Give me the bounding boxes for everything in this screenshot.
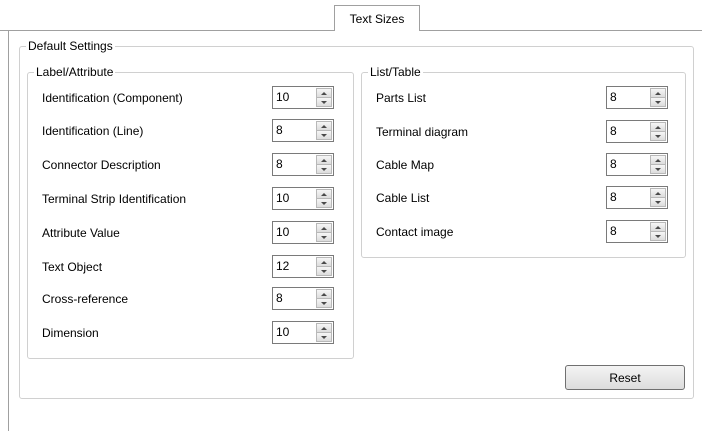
arrow-down-icon bbox=[321, 201, 327, 205]
spin-down-button[interactable] bbox=[316, 298, 332, 308]
setting-label: Terminal Strip Identification bbox=[42, 192, 187, 206]
size-spinner-identification-line[interactable]: 8 bbox=[272, 119, 334, 142]
size-spinner-terminal-diagram[interactable]: 8 bbox=[606, 120, 668, 143]
size-spinner-cable-list[interactable]: 8 bbox=[606, 186, 668, 209]
arrow-up-icon bbox=[321, 326, 327, 330]
arrow-up-icon bbox=[321, 292, 327, 296]
arrow-down-icon bbox=[321, 100, 327, 104]
size-value: 8 bbox=[610, 124, 617, 138]
setting-label: Dimension bbox=[42, 326, 99, 340]
spin-down-button[interactable] bbox=[316, 332, 332, 342]
arrow-down-icon bbox=[655, 234, 661, 238]
size-value: 8 bbox=[610, 157, 617, 171]
setting-label: Cable Map bbox=[376, 158, 435, 172]
spin-down-button[interactable] bbox=[650, 97, 666, 107]
size-value: 10 bbox=[276, 225, 290, 239]
arrow-up-icon bbox=[655, 91, 661, 95]
size-value: 10 bbox=[276, 191, 290, 205]
list-table-group: List/Table Parts List 8 Terminal diagram… bbox=[361, 65, 686, 258]
arrow-down-icon bbox=[655, 134, 661, 138]
arrow-down-icon bbox=[655, 200, 661, 204]
size-spinner-text-object[interactable]: 12 bbox=[272, 255, 334, 278]
size-spinner-cable-map[interactable]: 8 bbox=[606, 153, 668, 176]
arrow-up-icon bbox=[655, 158, 661, 162]
setting-label: Connector Description bbox=[42, 158, 161, 172]
size-value: 8 bbox=[610, 224, 617, 238]
size-spinner-contact-image[interactable]: 8 bbox=[606, 220, 668, 243]
arrow-up-icon bbox=[655, 125, 661, 129]
size-spinner-terminal-strip-identification[interactable]: 10 bbox=[272, 187, 334, 210]
label-attribute-title: Label/Attribute bbox=[34, 65, 116, 79]
arrow-up-icon bbox=[655, 191, 661, 195]
setting-label: Identification (Line) bbox=[42, 124, 144, 138]
size-spinner-dimension[interactable]: 10 bbox=[272, 321, 334, 344]
spin-down-button[interactable] bbox=[650, 164, 666, 174]
size-spinner-attribute-value[interactable]: 10 bbox=[272, 221, 334, 244]
arrow-down-icon bbox=[321, 133, 327, 137]
reset-button[interactable]: Reset bbox=[565, 365, 685, 390]
arrow-down-icon bbox=[321, 269, 327, 273]
list-table-title: List/Table bbox=[368, 65, 423, 79]
default-settings-title: Default Settings bbox=[26, 39, 115, 53]
size-value: 8 bbox=[276, 291, 283, 305]
arrow-down-icon bbox=[655, 100, 661, 104]
spin-down-button[interactable] bbox=[316, 232, 332, 242]
size-spinner-cross-reference[interactable]: 8 bbox=[272, 287, 334, 310]
size-spinner-identification-component[interactable]: 10 bbox=[272, 86, 334, 109]
tab-label: Text Sizes bbox=[349, 11, 405, 26]
spin-down-button[interactable] bbox=[316, 130, 332, 140]
arrow-up-icon bbox=[655, 225, 661, 229]
setting-label: Text Object bbox=[42, 260, 103, 274]
arrow-up-icon bbox=[321, 158, 327, 162]
arrow-up-icon bbox=[321, 260, 327, 264]
setting-label: Attribute Value bbox=[42, 226, 120, 240]
size-value: 8 bbox=[276, 123, 283, 137]
setting-label: Cross-reference bbox=[42, 292, 129, 306]
tab-text-sizes[interactable]: Text Sizes bbox=[334, 5, 420, 31]
arrow-up-icon bbox=[321, 192, 327, 196]
size-value: 10 bbox=[276, 325, 290, 339]
panel-left-edge bbox=[8, 31, 9, 431]
arrow-down-icon bbox=[321, 335, 327, 339]
arrow-down-icon bbox=[655, 167, 661, 171]
arrow-up-icon bbox=[321, 226, 327, 230]
spin-down-button[interactable] bbox=[316, 164, 332, 174]
size-value: 8 bbox=[610, 90, 617, 104]
size-spinner-parts-list[interactable]: 8 bbox=[606, 86, 668, 109]
spin-down-button[interactable] bbox=[316, 97, 332, 107]
reset-label: Reset bbox=[609, 370, 641, 385]
arrow-down-icon bbox=[321, 235, 327, 239]
setting-label: Identification (Component) bbox=[42, 91, 183, 105]
arrow-down-icon bbox=[321, 167, 327, 171]
setting-label: Terminal diagram bbox=[376, 125, 469, 139]
size-value: 8 bbox=[610, 190, 617, 204]
spin-down-button[interactable] bbox=[650, 131, 666, 141]
setting-label: Contact image bbox=[376, 225, 454, 239]
size-value: 12 bbox=[276, 259, 290, 273]
spin-down-button[interactable] bbox=[316, 266, 332, 276]
size-value: 10 bbox=[276, 90, 290, 104]
setting-label: Cable List bbox=[376, 191, 430, 205]
label-attribute-group: Label/Attribute Identification (Componen… bbox=[27, 65, 354, 359]
arrow-up-icon bbox=[321, 91, 327, 95]
size-value: 8 bbox=[276, 157, 283, 171]
size-spinner-connector-description[interactable]: 8 bbox=[272, 153, 334, 176]
spin-down-button[interactable] bbox=[316, 198, 332, 208]
spin-down-button[interactable] bbox=[650, 231, 666, 241]
spin-down-button[interactable] bbox=[650, 197, 666, 207]
arrow-up-icon bbox=[321, 124, 327, 128]
setting-label: Parts List bbox=[376, 91, 427, 105]
arrow-down-icon bbox=[321, 301, 327, 305]
